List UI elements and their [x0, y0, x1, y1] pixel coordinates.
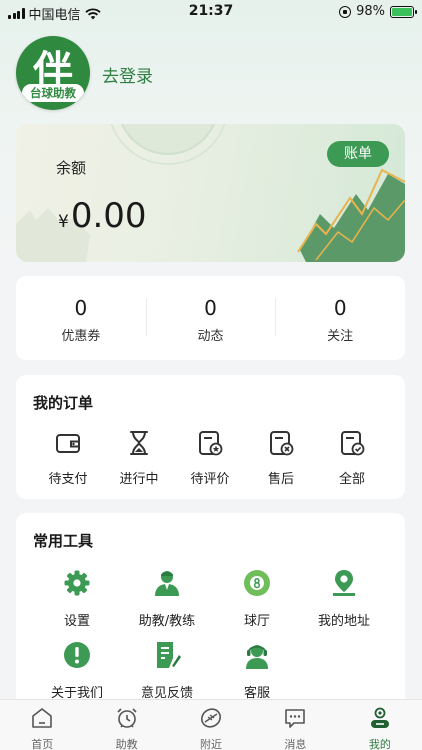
tab-label: 首页: [31, 738, 54, 750]
alarm-clock-icon: [117, 708, 137, 728]
stat-value: 0: [74, 296, 88, 320]
stats-card: 0 优惠券 0 动态 0 关注: [16, 276, 405, 360]
stat-label: 关注: [327, 329, 354, 344]
stat-posts[interactable]: 0 动态: [145, 276, 276, 360]
customer-service-icon: [246, 645, 268, 669]
order-pending-payment[interactable]: 待支付: [33, 429, 103, 487]
battery-percent: 98%: [356, 4, 385, 19]
wallet-icon: [56, 434, 80, 453]
orders-title: 我的订单: [33, 394, 94, 412]
feedback-icon: [157, 642, 181, 668]
balance-label: 余额: [56, 159, 87, 177]
bill-button[interactable]: 账单: [327, 141, 389, 167]
balance-card: 余额 ¥ 0.00 账单: [16, 124, 405, 262]
tool-label: 球厅: [243, 614, 270, 629]
stat-value: 0: [204, 296, 217, 320]
tab-home[interactable]: 首页: [0, 700, 84, 750]
battery-icon: [390, 5, 417, 18]
tab-label: 附近: [200, 738, 223, 750]
order-label: 售后: [267, 472, 294, 487]
tab-nearby[interactable]: 附近: [169, 700, 253, 750]
tool-about-us[interactable]: 关于我们: [32, 640, 122, 701]
stat-label: 动态: [197, 329, 224, 344]
stat-value: 0: [333, 296, 347, 320]
tool-label: 助教/教练: [138, 614, 196, 629]
tool-label: 我的地址: [317, 614, 370, 629]
tab-coach[interactable]: 助教: [84, 700, 168, 750]
tools-card: 常用工具 设置 助教/教练 球厅 我的地址 关于我们 意见反馈 客服: [16, 513, 405, 713]
login-link[interactable]: 去登录: [102, 62, 153, 87]
home-icon: [32, 708, 53, 728]
order-in-progress[interactable]: 进行中: [104, 429, 174, 487]
currency-symbol: ¥: [58, 212, 69, 232]
orders-card: 我的订单 待支付 进行中 待评价 售后 全部: [16, 375, 405, 499]
all-orders-doc-icon: [341, 431, 365, 456]
tab-messages[interactable]: 消息: [253, 700, 337, 750]
order-label: 进行中: [119, 472, 159, 487]
review-doc-icon: [199, 431, 223, 456]
tool-my-address[interactable]: 我的地址: [299, 568, 389, 629]
coach-icon: [155, 571, 179, 596]
status-bar: 中国电信 21:37 98%: [0, 0, 422, 24]
location-pin-icon: [333, 570, 355, 596]
info-icon: [64, 642, 90, 668]
stat-coupons[interactable]: 0 优惠券: [16, 276, 146, 360]
tab-mine[interactable]: 我的: [338, 700, 422, 750]
tab-bar: 首页 助教 附近 消息 我的: [0, 699, 422, 750]
profile-icon: [370, 707, 389, 728]
billiard-ball-icon: [244, 570, 270, 596]
tool-customer-service[interactable]: 客服: [212, 640, 302, 701]
tool-settings[interactable]: 设置: [32, 568, 122, 629]
balance-amount: ¥ 0.00: [58, 196, 147, 236]
order-label: 待评价: [190, 472, 230, 487]
stat-following[interactable]: 0 关注: [275, 276, 405, 360]
tool-coach[interactable]: 助教/教练: [122, 568, 212, 629]
after-sales-doc-icon: [270, 431, 294, 456]
avatar-brand-text: 台球助教: [22, 84, 84, 102]
stat-label: 优惠券: [61, 329, 101, 344]
tool-billiard-hall[interactable]: 球厅: [212, 568, 302, 629]
gear-icon: [64, 570, 90, 596]
nearby-ball-icon: [201, 708, 221, 728]
orientation-lock-icon: [339, 5, 352, 18]
balance-value: 0.00: [70, 196, 147, 236]
order-label: 待支付: [48, 472, 88, 487]
order-after-sales[interactable]: 售后: [246, 429, 316, 487]
tools-title: 常用工具: [33, 532, 94, 550]
avatar[interactable]: 伴 台球助教: [16, 36, 90, 110]
tool-label: 设置: [63, 614, 90, 629]
tab-label: 助教: [115, 738, 138, 750]
message-icon: [285, 709, 306, 728]
hourglass-icon: [130, 431, 148, 455]
order-all[interactable]: 全部: [317, 429, 387, 487]
tab-label: 我的: [368, 738, 391, 750]
tool-feedback[interactable]: 意见反馈: [122, 640, 212, 701]
order-to-review[interactable]: 待评价: [175, 429, 245, 487]
tab-label: 消息: [284, 738, 307, 750]
order-label: 全部: [338, 472, 365, 487]
